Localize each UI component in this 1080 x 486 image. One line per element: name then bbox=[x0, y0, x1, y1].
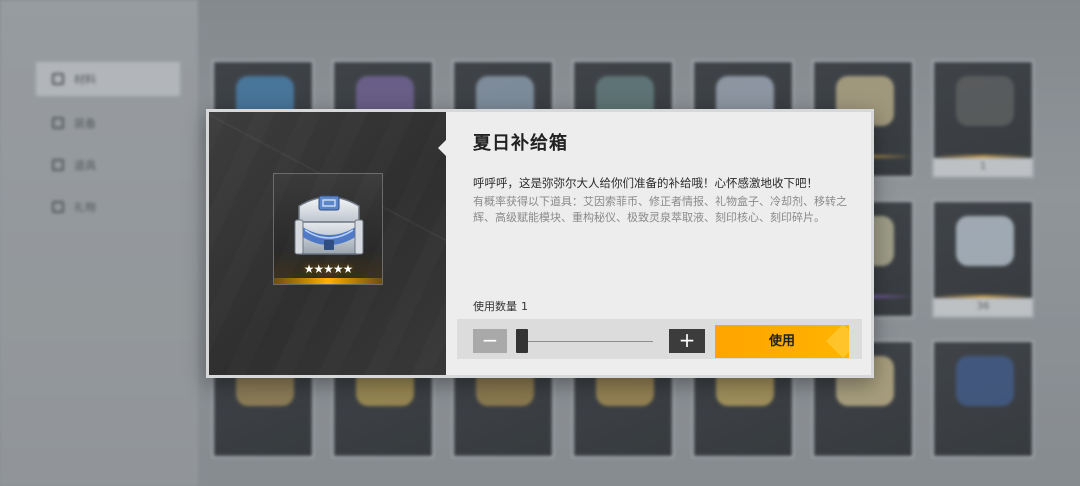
item-card: ★★★★★ bbox=[273, 173, 383, 285]
quantity-label: 使用数量 1 bbox=[473, 298, 528, 314]
item-preview-panel: ★★★★★ bbox=[209, 112, 446, 375]
quantity-slider[interactable] bbox=[517, 341, 653, 342]
quantity-controls: − + 使用 bbox=[457, 319, 862, 359]
use-button[interactable]: 使用 bbox=[715, 325, 849, 358]
decrease-button[interactable]: − bbox=[473, 329, 507, 353]
item-title: 夏日补给箱 bbox=[473, 133, 568, 154]
item-contents: 有概率获得以下道具：艾因索菲币、修正者情报、礼物盒子、冷却剂、移转之辉、高级赋能… bbox=[473, 195, 847, 224]
rarity-glow bbox=[274, 278, 382, 284]
supply-chest-icon bbox=[294, 195, 364, 255]
rarity-stars: ★★★★★ bbox=[303, 262, 354, 276]
quantity-slider-handle[interactable] bbox=[516, 329, 528, 353]
quantity-value: 1 bbox=[521, 300, 528, 313]
item-description: 呼呼呼，这是弥弥尔大人给你们准备的补给哦！心怀感激地收下吧！ bbox=[473, 176, 818, 190]
quantity-label-text: 使用数量 bbox=[473, 300, 517, 313]
item-use-dialog: ★★★★★ 夏日补给箱 呼呼呼，这是弥弥尔大人给你们准备的补给哦！心怀感激地收下… bbox=[206, 109, 874, 378]
increase-button[interactable]: + bbox=[669, 329, 705, 353]
